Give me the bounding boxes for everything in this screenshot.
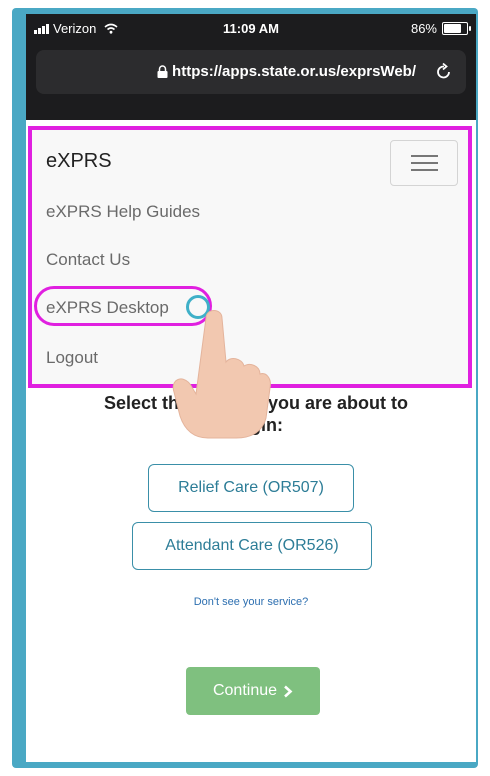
reload-icon[interactable] <box>434 62 454 82</box>
address-bar[interactable]: https://apps.state.or.us/exprsWeb/ <box>36 50 466 94</box>
browser-chrome: Verizon 11:09 AM 86% https://apps.state.… <box>26 14 476 120</box>
battery-percent: 86% <box>410 21 437 36</box>
continue-button[interactable]: Continue <box>186 667 320 715</box>
phone-screen: Verizon 11:09 AM 86% https://apps.state.… <box>26 14 476 762</box>
status-bar: Verizon 11:09 AM 86% <box>26 14 476 44</box>
tap-hand-icon <box>172 310 271 439</box>
url-text: https://apps.state.or.us/exprsWeb/ <box>172 63 416 80</box>
battery-status: 86% <box>410 21 471 36</box>
menu-item-logout[interactable]: Logout <box>46 348 98 368</box>
hamburger-menu-button[interactable] <box>390 140 458 186</box>
continue-label: Continue <box>212 682 278 699</box>
battery-fill <box>444 24 462 33</box>
chevron-right-icon <box>284 685 293 697</box>
battery-icon <box>442 22 471 35</box>
clock: 11:09 AM <box>223 21 279 36</box>
missing-service-link[interactable]: Don't see your service? <box>26 596 476 608</box>
menu-item-help-guides[interactable]: eXPRS Help Guides <box>46 202 200 222</box>
menu-item-contact-us[interactable]: Contact Us <box>46 250 130 270</box>
url-display[interactable]: https://apps.state.or.us/exprsWeb/ <box>36 63 416 80</box>
lock-icon <box>157 65 168 78</box>
service-button-attendant-care[interactable]: Attendant Care (OR526) <box>132 522 372 570</box>
brand-link[interactable]: eXPRS <box>46 150 112 173</box>
service-button-relief-care[interactable]: Relief Care (OR507) <box>148 464 354 512</box>
heading-part-2: you are about to <box>268 393 409 413</box>
